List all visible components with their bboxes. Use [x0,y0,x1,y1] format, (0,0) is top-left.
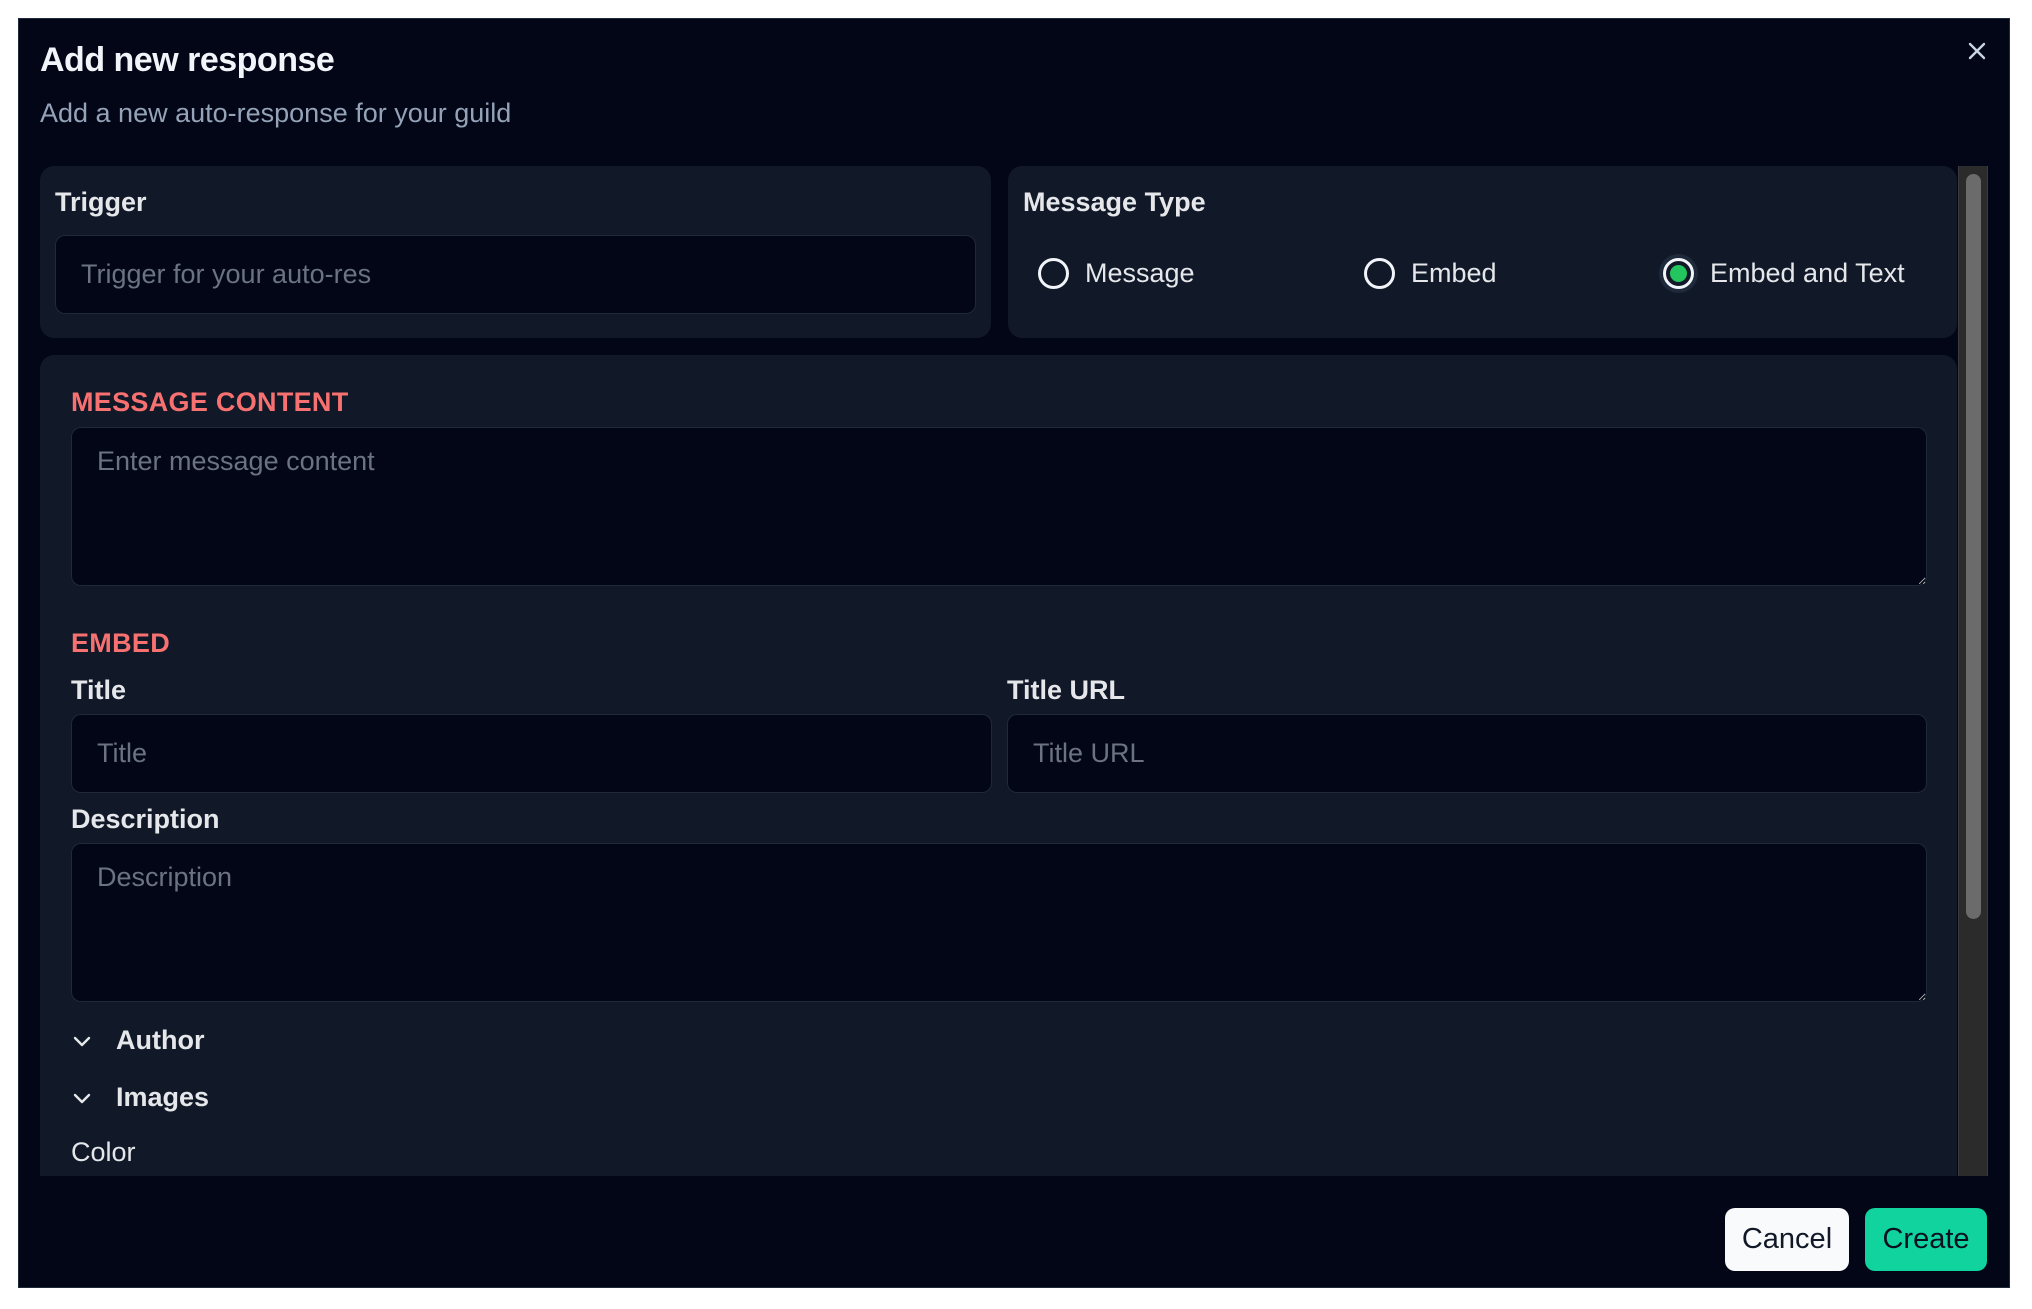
radio-circle-checked [1663,257,1694,289]
content-card: MESSAGE CONTENT EMBED Title Title URL De… [40,355,1957,1176]
embed-title-input[interactable] [71,714,992,793]
close-button[interactable] [1955,29,1999,73]
message-type-radio-group: Message Embed Embed and Text [1038,248,1928,298]
cancel-button[interactable]: Cancel [1725,1208,1849,1271]
embed-heading: EMBED [71,628,171,658]
create-button[interactable]: Create [1865,1208,1987,1271]
images-label: Images [116,1082,210,1112]
dialog-subtitle: Add a new auto-response for your guild [40,98,512,128]
scrollbar-thumb[interactable] [1966,174,1981,919]
radio-embed-and-text-label: Embed and Text [1710,257,1905,288]
author-label: Author [116,1025,205,1055]
add-response-dialog: Add new response Add a new auto-response… [18,18,2010,1288]
radio-embed-label: Embed [1411,257,1497,288]
form-scroll-area: Trigger Message Type Message Embed [40,166,1988,1176]
message-content-heading: MESSAGE CONTENT [71,387,349,417]
radio-embed[interactable]: Embed [1364,248,1497,298]
embed-description-label: Description [71,804,220,834]
chevron-down-icon [73,1036,91,1046]
color-label: Color [71,1137,136,1167]
trigger-input[interactable] [55,235,976,314]
message-type-label: Message Type [1023,187,1206,217]
radio-selected-dot [1670,264,1687,282]
embed-title-url-label: Title URL [1007,675,1126,705]
message-type-card: Message Type Message Embed Embed and Tex… [1008,166,1957,338]
chevron-down-icon [73,1093,91,1103]
radio-embed-and-text[interactable]: Embed and Text [1663,248,1905,298]
images-collapsible[interactable]: Images [70,1082,209,1113]
scrollbar[interactable] [1958,166,1988,1176]
trigger-label: Trigger [55,187,147,217]
message-content-textarea[interactable] [71,427,1927,586]
embed-title-url-input[interactable] [1007,714,1927,793]
dialog-title: Add new response [40,41,335,79]
radio-circle-unchecked [1038,257,1069,289]
trigger-card: Trigger [40,166,991,338]
radio-message[interactable]: Message [1038,248,1195,298]
author-collapsible[interactable]: Author [70,1025,204,1056]
radio-message-label: Message [1085,257,1195,288]
close-icon [1968,42,1986,60]
radio-circle-unchecked [1364,257,1395,289]
embed-title-label: Title [71,675,127,705]
embed-description-textarea[interactable] [71,843,1927,1002]
